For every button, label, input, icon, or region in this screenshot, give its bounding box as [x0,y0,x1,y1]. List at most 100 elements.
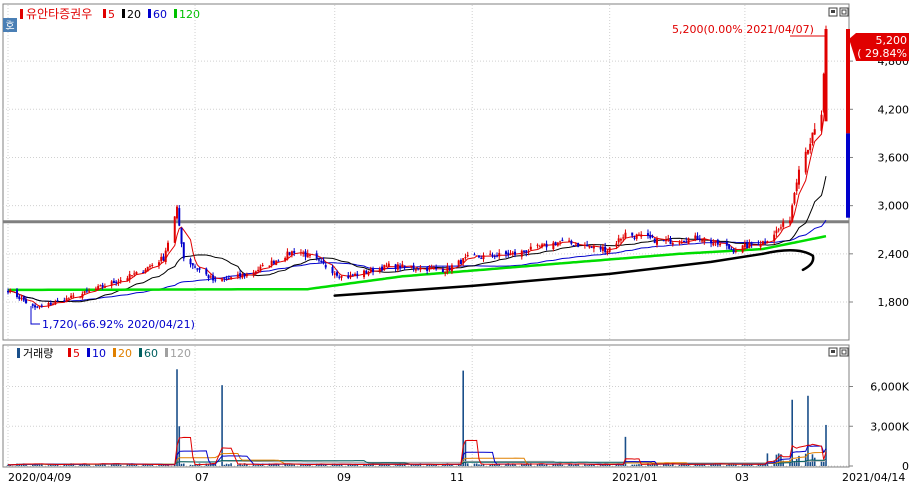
candle-up [410,267,412,268]
volume-bar [183,464,185,466]
candle-down [746,243,748,248]
candle-down [496,256,498,257]
candle-down [717,240,719,245]
current-range-bar [846,29,850,218]
high-annotation-text: 5,200(0.00% 2021/04/07) [672,23,814,36]
candle-up [428,267,430,269]
candle-up [805,152,807,173]
volume-y-axis: 03,000K6,000K [849,381,909,474]
candle-down [194,267,196,268]
candle-up [104,286,106,287]
volume-bar [431,465,433,466]
legend-swatch-10 [87,348,90,357]
candle-down [460,260,462,264]
candle-down [192,263,194,265]
candle-up [762,241,764,244]
price-tick-label: 3,600 [878,151,909,164]
candle-down [36,307,38,308]
volume-bar [257,465,259,466]
candle-down [318,259,320,260]
candle-down [325,265,327,267]
legend-label-5: 5 [108,8,115,21]
candle-up [117,282,119,284]
volume-bar [823,462,825,466]
candle-down [649,235,651,238]
candle-down [591,247,593,248]
candle-up [307,253,309,257]
volume-legend-marker [17,348,20,358]
candle-down [435,268,437,269]
candle-down [710,240,712,243]
candle-up [681,242,683,243]
x-tick-label: 03 [735,471,749,483]
volume-bar [636,464,638,466]
volume-bar [762,465,764,466]
candle-down [162,256,164,260]
candle-up [111,281,113,285]
candle-up [780,227,782,228]
candle-up [593,246,595,248]
volume-bar [133,465,135,466]
volume-bar [476,463,478,466]
volume-bar [589,465,591,466]
maximize-button[interactable] [840,8,848,16]
candle-down [293,251,295,253]
volume-bar [255,465,257,466]
candle-down [670,239,672,244]
candle-up [388,264,390,267]
candle-down [41,305,43,306]
candle-up [679,243,681,244]
volume-bar [749,465,751,466]
candle-up [640,234,642,236]
volume-bar [36,465,38,466]
volume-panel-frame [3,345,849,467]
candle-up [512,253,514,254]
candle-up [823,74,825,112]
candle-up [715,240,717,242]
candle-up [210,276,212,277]
candle-down [525,250,527,252]
candle-up [334,273,336,274]
candle-up [431,268,433,269]
candle-up [84,291,86,293]
candle-up [350,275,352,277]
candle-down [395,264,397,269]
volume-bar [352,465,354,466]
candle-down [730,249,732,250]
candle-up [95,289,97,290]
candle-up [54,301,56,304]
range-bar-up [846,29,850,133]
candle-up [309,255,311,256]
volume-bar [413,465,415,466]
candle-down [178,208,180,226]
candle-down [289,252,291,255]
candle-up [149,266,151,267]
volume-bar [192,465,194,466]
volume-bar [670,465,672,466]
candle-up [712,243,714,245]
candle-down [654,239,656,243]
candle-up [99,285,101,286]
volume-bar [573,465,575,466]
volume-bar [178,426,180,466]
x-tick-label: 07 [195,471,209,483]
candle-down [600,247,602,249]
candle-up [129,274,131,279]
volume-bar [814,458,816,466]
candle-up [559,241,561,242]
candle-down [426,267,428,271]
candle-up [796,183,798,192]
candle-up [778,229,780,230]
volume-bar [809,462,811,466]
candle-up [368,272,370,275]
candle-up [539,246,541,247]
candle-up [467,255,469,256]
candle-up [688,238,690,244]
volume-bar [735,465,737,466]
candle-down [50,303,52,305]
candle-down [633,238,635,239]
candle-down [728,244,730,249]
candle-down [34,305,36,307]
candle-down [365,271,367,274]
volume-maximize-button[interactable] [840,348,848,356]
